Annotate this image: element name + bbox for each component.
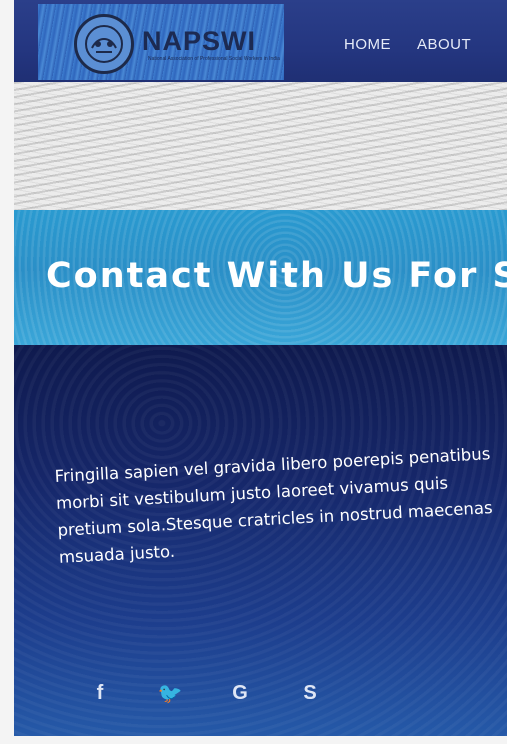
- google-icon[interactable]: G: [222, 675, 258, 711]
- logo-subtext: National Association of Professional Soc…: [148, 56, 280, 62]
- page-edge-bottom: [0, 736, 507, 744]
- social-links: f 🐦 G S: [82, 675, 328, 711]
- page-title: Contact With Us For S: [46, 256, 507, 296]
- nav-item-home[interactable]: HOME: [344, 36, 391, 53]
- description-text: Fringilla sapien vel gravida libero poer…: [54, 444, 494, 567]
- title-section: Contact With Us For S: [14, 210, 507, 345]
- site-header: NAPSWI National Association of Professio…: [14, 0, 507, 82]
- logo-emblem-icon: [74, 14, 134, 74]
- twitter-icon[interactable]: 🐦: [152, 675, 188, 711]
- site-logo[interactable]: NAPSWI National Association of Professio…: [38, 4, 284, 80]
- page-edge-left: [0, 0, 14, 744]
- skype-icon[interactable]: S: [292, 675, 328, 711]
- nav-item-about[interactable]: ABOUT: [417, 36, 471, 53]
- main-nav: HOME ABOUT: [344, 36, 471, 53]
- content-section: Fringilla sapien vel gravida libero poer…: [14, 345, 507, 736]
- logo-text: NAPSWI: [142, 26, 256, 56]
- facebook-icon[interactable]: f: [82, 675, 118, 711]
- decorative-banner: [14, 82, 507, 210]
